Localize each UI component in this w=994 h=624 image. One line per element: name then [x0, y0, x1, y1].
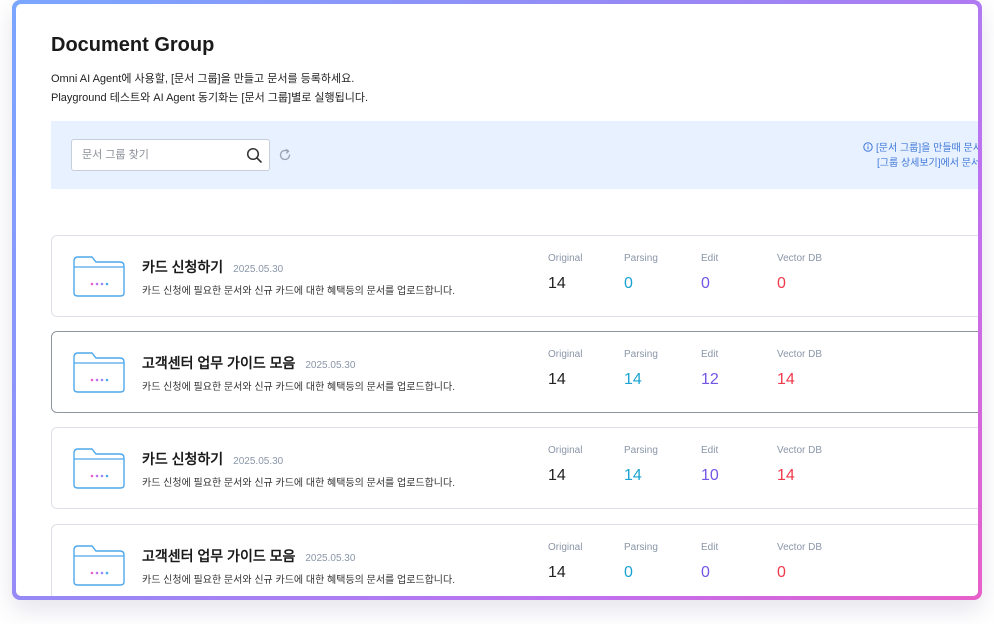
- group-date: 2025.05.30: [305, 553, 356, 564]
- stat-edit: Edit 0: [701, 253, 718, 293]
- stat-parsing-value: 0: [624, 564, 633, 581]
- document-group-card[interactable]: 카드 신청하기 2025.05.30 카드 신청에 필요한 문서와 신규 카드에 대…: [51, 235, 978, 317]
- group-title: 카드 신청하기: [142, 259, 224, 275]
- group-title: 고객센터 업무 가이드 모음: [142, 548, 296, 564]
- description-line-2: Playground 테스트와 AI Agent 동기화는 [문서 그룹]별로 …: [51, 92, 369, 104]
- group-name: 카드 신청하기 2025.05.30: [142, 257, 283, 277]
- page-title: Document Group: [51, 34, 215, 56]
- group-title: 고객센터 업무 가이드 모음: [142, 355, 296, 371]
- stat-original-value: 14: [548, 371, 566, 388]
- stat-original-label: Original: [548, 542, 583, 553]
- stat-edit: Edit 12: [701, 349, 719, 389]
- stat-original-label: Original: [548, 349, 583, 360]
- stat-vector-db-value: 0: [777, 564, 786, 581]
- stat-edit-label: Edit: [701, 349, 719, 360]
- notice-line-1: [문서 그룹]을 만들때 문서: [876, 143, 978, 154]
- group-description: 카드 신청에 필요한 문서와 신규 카드에 대한 혜택등의 문서를 업로드합니다…: [142, 575, 455, 586]
- folder-icon: [72, 351, 126, 394]
- stat-vector-db-label: Vector DB: [777, 445, 823, 456]
- group-name: 카드 신청하기 2025.05.30: [142, 449, 283, 469]
- folder-icon: [72, 447, 126, 490]
- stat-vector-db-value: 0: [777, 275, 786, 292]
- document-group-card[interactable]: 고객센터 업무 가이드 모음 2025.05.30 카드 신청에 필요한 문서와 신…: [51, 331, 978, 413]
- stat-edit-value: 0: [701, 564, 710, 581]
- stat-vector-db-label: Vector DB: [777, 542, 823, 553]
- stat-vector-db-label: Vector DB: [777, 253, 823, 264]
- group-date: 2025.05.30: [305, 360, 356, 371]
- stat-parsing-label: Parsing: [624, 445, 658, 456]
- stat-edit-label: Edit: [701, 253, 719, 264]
- stat-original-label: Original: [548, 253, 583, 264]
- stat-original: Original 14: [548, 542, 582, 582]
- document-group-card[interactable]: 카드 신청하기 2025.05.30 카드 신청에 필요한 문서와 신규 카드에 대…: [51, 427, 978, 509]
- stat-edit-value: 10: [701, 467, 719, 484]
- page-description: Omni AI Agent에 사용할, [문서 그룹]을 만들고 문서를 등록하…: [51, 70, 368, 108]
- document-group-page: Document Group Omni AI Agent에 사용할, [문서 그…: [16, 4, 978, 596]
- folder-icon: [72, 544, 126, 587]
- stat-edit: Edit 10: [701, 445, 719, 485]
- stat-vector-db: Vector DB 14: [777, 445, 822, 485]
- search-input[interactable]: [82, 146, 242, 164]
- search-toolbar: [문서 그룹]을 만들때 문서 [그룹 상세보기]에서 문서 -: [51, 121, 978, 189]
- group-name: 고객센터 업무 가이드 모음 2025.05.30: [142, 546, 355, 566]
- stat-original: Original 14: [548, 445, 582, 485]
- stat-original-label: Original: [548, 445, 583, 456]
- stat-parsing: Parsing 14: [624, 349, 658, 389]
- notice-line-2: [그룹 상세보기]에서 문서 -: [877, 158, 978, 169]
- info-icon: [863, 142, 873, 152]
- stat-vector-db: Vector DB 0: [777, 253, 822, 293]
- group-name: 고객센터 업무 가이드 모음 2025.05.30: [142, 353, 355, 373]
- stat-vector-db: Vector DB 14: [777, 349, 822, 389]
- stat-parsing: Parsing 14: [624, 445, 658, 485]
- search-icon[interactable]: [245, 146, 263, 164]
- group-description: 카드 신청에 필요한 문서와 신규 카드에 대한 혜택등의 문서를 업로드합니다…: [142, 478, 455, 489]
- stat-parsing-label: Parsing: [624, 253, 658, 264]
- stat-vector-db: Vector DB 0: [777, 542, 822, 582]
- refresh-icon[interactable]: [278, 148, 292, 162]
- window-frame: Document Group Omni AI Agent에 사용할, [문서 그…: [12, 0, 982, 600]
- stat-original-value: 14: [548, 564, 566, 581]
- stat-edit: Edit 0: [701, 542, 718, 582]
- group-title: 카드 신청하기: [142, 451, 224, 467]
- stat-parsing-label: Parsing: [624, 349, 658, 360]
- group-description: 카드 신청에 필요한 문서와 신규 카드에 대한 혜택등의 문서를 업로드합니다…: [142, 286, 455, 297]
- stat-original-value: 14: [548, 467, 566, 484]
- stat-parsing-value: 14: [624, 371, 642, 388]
- stat-vector-db-value: 14: [777, 467, 795, 484]
- document-group-card[interactable]: 고객센터 업무 가이드 모음 2025.05.30 카드 신청에 필요한 문서와 신…: [51, 524, 978, 596]
- stat-original: Original 14: [548, 349, 582, 389]
- folder-icon: [72, 255, 126, 298]
- group-date: 2025.05.30: [233, 456, 284, 467]
- stat-parsing: Parsing 0: [624, 253, 658, 293]
- description-line-1: Omni AI Agent에 사용할, [문서 그룹]을 만들고 문서를 등록하…: [51, 73, 355, 85]
- notice-text: [문서 그룹]을 만들때 문서 [그룹 상세보기]에서 문서 -: [863, 141, 978, 171]
- stat-original: Original 14: [548, 253, 582, 293]
- group-date: 2025.05.30: [233, 264, 284, 275]
- stat-original-value: 14: [548, 275, 566, 292]
- stat-parsing: Parsing 0: [624, 542, 658, 582]
- stat-vector-db-label: Vector DB: [777, 349, 823, 360]
- stat-edit-value: 12: [701, 371, 719, 388]
- stat-parsing-label: Parsing: [624, 542, 658, 553]
- stat-edit-label: Edit: [701, 445, 719, 456]
- stat-vector-db-value: 14: [777, 371, 795, 388]
- stat-edit-value: 0: [701, 275, 710, 292]
- stat-edit-label: Edit: [701, 542, 719, 553]
- group-description: 카드 신청에 필요한 문서와 신규 카드에 대한 혜택등의 문서를 업로드합니다…: [142, 382, 455, 393]
- stat-parsing-value: 14: [624, 467, 642, 484]
- search-box[interactable]: [71, 139, 270, 171]
- stat-parsing-value: 0: [624, 275, 633, 292]
